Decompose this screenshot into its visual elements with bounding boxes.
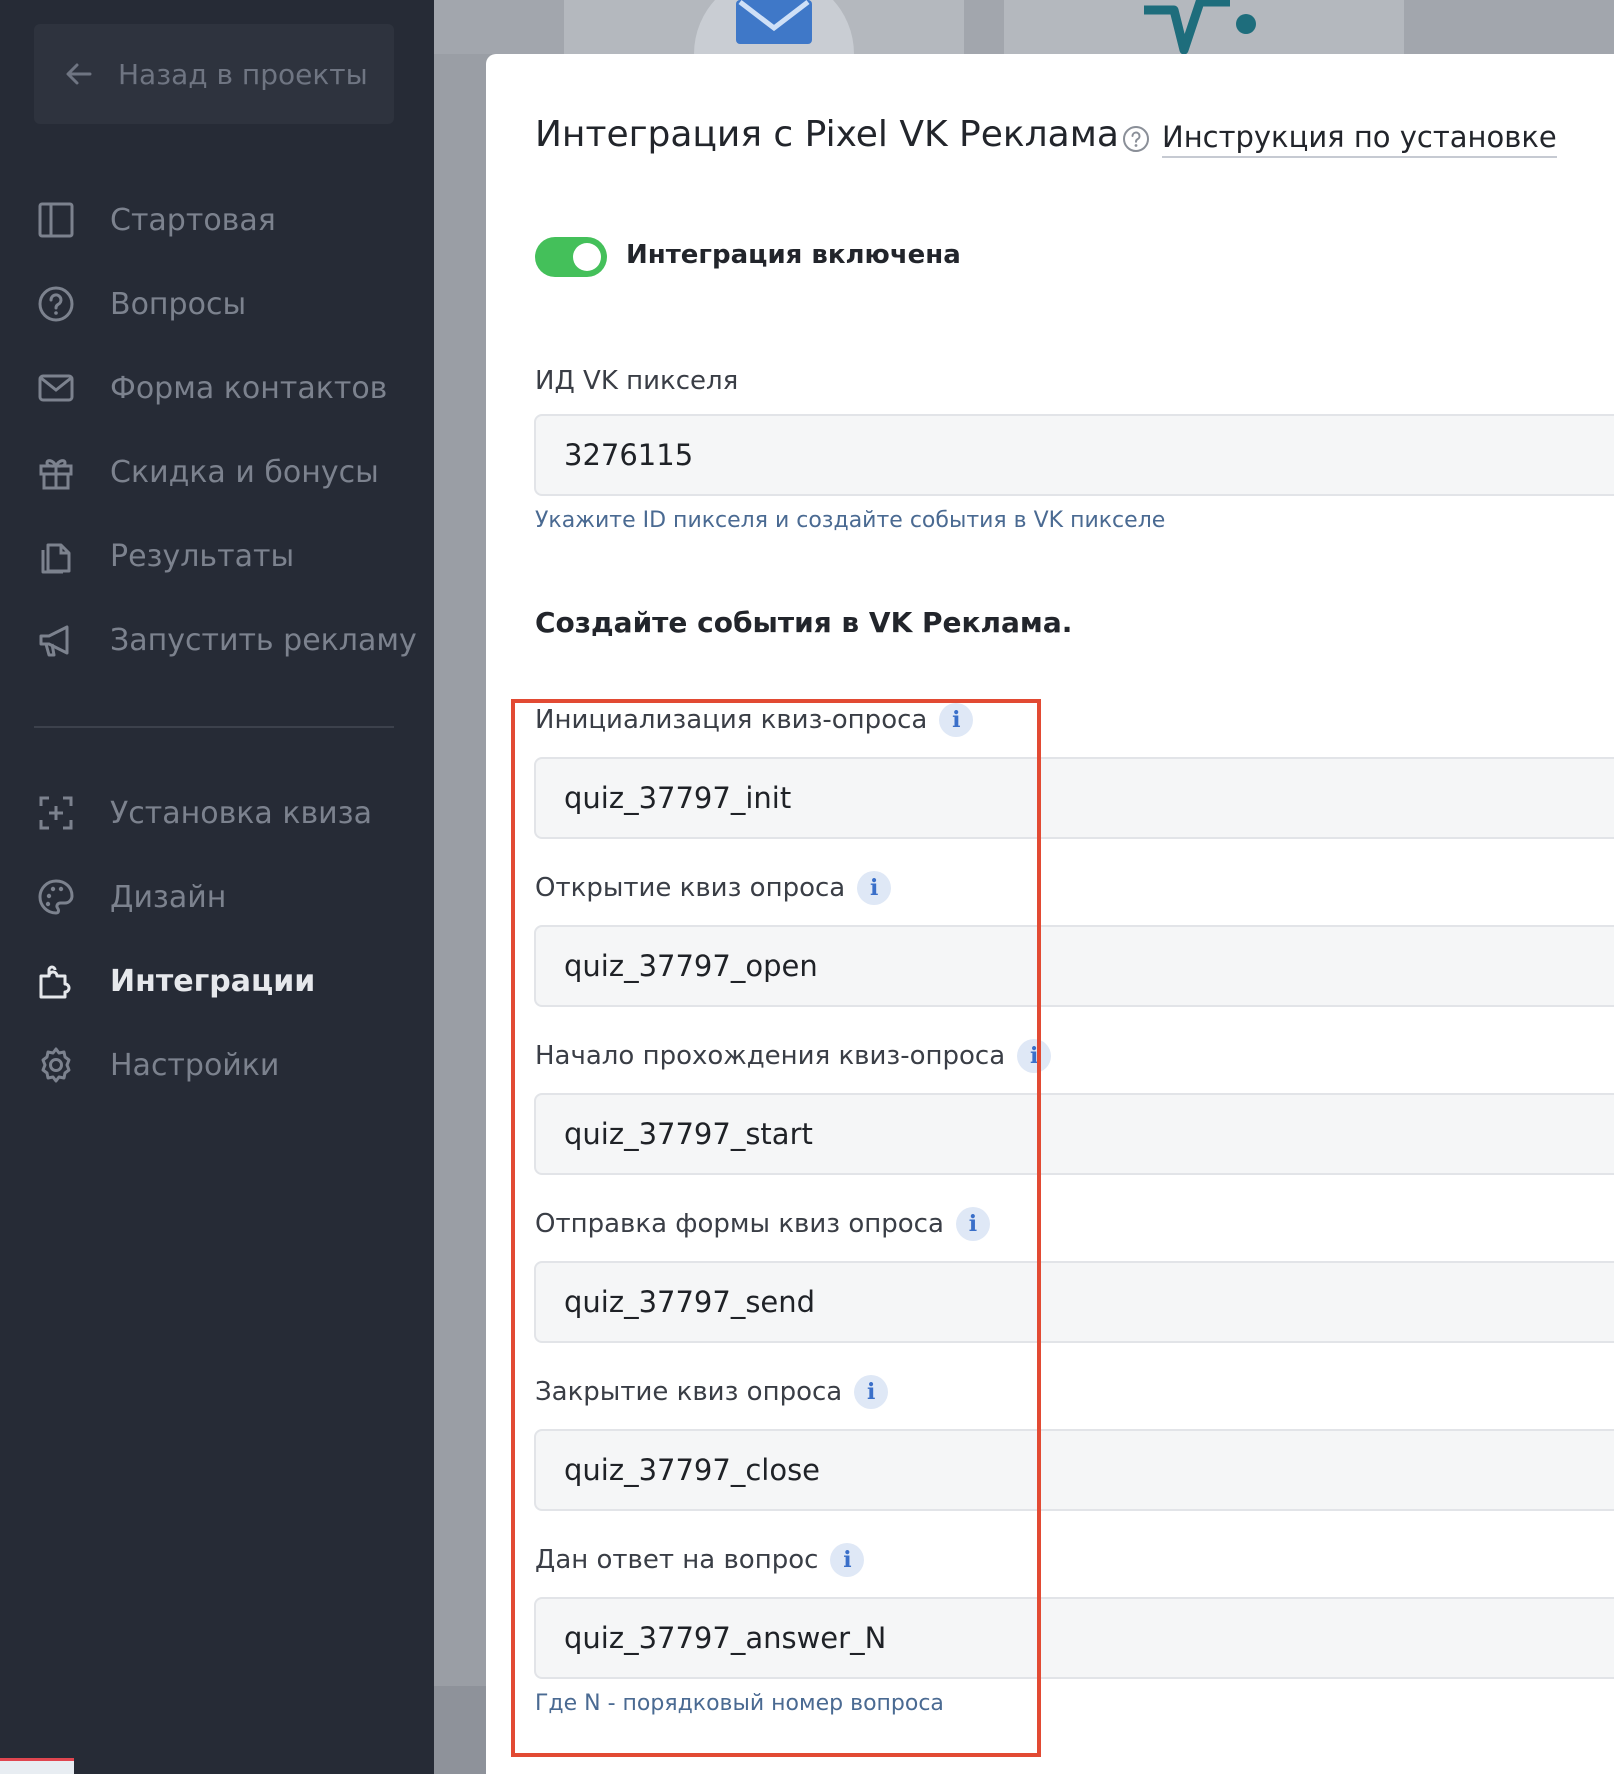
sidebar-item-label: Запустить рекламу xyxy=(110,622,417,658)
back-to-projects-button[interactable]: Назад в проекты xyxy=(34,24,394,124)
event-init-label: Инициализация квиз-опроса i xyxy=(535,703,974,737)
envelope-icon xyxy=(34,366,78,410)
back-to-projects-label: Назад в проекты xyxy=(118,57,368,91)
installation-instructions-link[interactable]: Инструкция по установке xyxy=(1122,120,1557,158)
sidebar: Назад в проекты Стартовая Вопросы Форма … xyxy=(0,0,434,1774)
toggle-knob xyxy=(573,243,601,271)
mail-logo-icon xyxy=(694,0,854,54)
info-icon[interactable]: i xyxy=(1017,1039,1052,1073)
event-close-input[interactable] xyxy=(534,1429,1614,1511)
background-bottom-strip xyxy=(434,1686,486,1774)
sidebar-item-launch-ads[interactable]: Запустить рекламу xyxy=(34,610,417,670)
integration-enabled-toggle[interactable] xyxy=(535,237,607,277)
info-icon[interactable]: i xyxy=(857,871,892,905)
event-label-text: Дан ответ на вопрос xyxy=(535,1545,819,1575)
pixel-id-label: ИД VK пикселя xyxy=(535,366,739,396)
event-send-input[interactable] xyxy=(534,1261,1614,1343)
puzzle-icon xyxy=(34,959,78,1003)
events-section-title: Создайте события в VK Реклама. xyxy=(535,606,1073,639)
info-icon[interactable]: i xyxy=(854,1375,889,1409)
sidebar-item-label: Настройки xyxy=(110,1047,280,1083)
panel-title: Интеграция с Pixel VK Реклама xyxy=(535,114,1119,155)
vk-pixel-integration-panel: Интеграция с Pixel VK Реклама Инструкция… xyxy=(486,54,1614,1774)
event-label-text: Отправка формы квиз опроса xyxy=(535,1209,944,1239)
integration-enabled-label: Интеграция включена xyxy=(626,240,961,270)
question-circle-icon xyxy=(34,282,78,326)
pixel-id-input[interactable] xyxy=(534,414,1614,496)
sidebar-item-label: Скидка и бонусы xyxy=(110,454,379,490)
sidebar-item-start[interactable]: Стартовая xyxy=(34,190,276,250)
sidebar-divider xyxy=(34,726,394,728)
answer-number-hint: Где N - порядковый номер вопроса xyxy=(535,1691,944,1716)
event-label-text: Открытие квиз опроса xyxy=(535,873,846,903)
sidebar-item-discounts[interactable]: Скидка и бонусы xyxy=(34,442,379,502)
event-send-label: Отправка формы квиз опроса i xyxy=(535,1207,990,1241)
sidebar-item-questions[interactable]: Вопросы xyxy=(34,274,246,334)
info-icon[interactable]: i xyxy=(955,1207,990,1241)
analytics-logo-icon xyxy=(1144,0,1256,54)
installation-instructions-label: Инструкция по установке xyxy=(1162,120,1557,158)
sidebar-item-label: Форма контактов xyxy=(110,370,388,406)
sidebar-item-label: Интеграции xyxy=(110,963,316,999)
event-answer-label: Дан ответ на вопрос i xyxy=(535,1543,865,1577)
layout-icon xyxy=(34,198,78,242)
event-init-input[interactable] xyxy=(534,757,1614,839)
sidebar-item-settings[interactable]: Настройки xyxy=(34,1035,279,1095)
background-integration-tiles xyxy=(434,0,1614,54)
question-circle-icon xyxy=(1123,126,1149,152)
megaphone-icon xyxy=(34,618,78,662)
event-label-text: Закрытие квиз опроса xyxy=(535,1377,843,1407)
install-frame-icon xyxy=(34,791,78,835)
documents-icon xyxy=(34,534,78,578)
sidebar-item-install[interactable]: Установка квиза xyxy=(34,783,372,843)
event-label-text: Начало прохождения квиз-опроса xyxy=(535,1041,1006,1071)
sidebar-item-label: Установка квиза xyxy=(110,795,372,831)
event-label-text: Инициализация квиз-опроса xyxy=(535,705,928,735)
pixel-id-hint: Укажите ID пикселя и создайте события в … xyxy=(535,508,1166,533)
sidebar-item-results[interactable]: Результаты xyxy=(34,526,294,586)
event-start-label: Начало прохождения квиз-опроса i xyxy=(535,1039,1052,1073)
event-start-input[interactable] xyxy=(534,1093,1614,1175)
sidebar-item-contact-form[interactable]: Форма контактов xyxy=(34,358,387,418)
event-close-label: Закрытие квиз опроса i xyxy=(535,1375,889,1409)
event-open-input[interactable] xyxy=(534,925,1614,1007)
gift-icon xyxy=(34,450,78,494)
sidebar-item-label: Результаты xyxy=(110,538,295,574)
info-icon[interactable]: i xyxy=(939,703,974,737)
sidebar-item-integrations[interactable]: Интеграции xyxy=(34,951,315,1011)
event-answer-input[interactable] xyxy=(534,1597,1614,1679)
sidebar-item-label: Стартовая xyxy=(110,202,276,238)
event-open-label: Открытие квиз опроса i xyxy=(535,871,892,905)
arrow-left-icon xyxy=(66,63,92,85)
sidebar-item-label: Дизайн xyxy=(110,879,227,915)
palette-icon xyxy=(34,875,78,919)
sidebar-item-design[interactable]: Дизайн xyxy=(34,867,226,927)
gear-icon xyxy=(34,1043,78,1087)
info-icon[interactable]: i xyxy=(830,1543,865,1577)
corner-badge xyxy=(0,1758,74,1774)
sidebar-item-label: Вопросы xyxy=(110,286,247,322)
